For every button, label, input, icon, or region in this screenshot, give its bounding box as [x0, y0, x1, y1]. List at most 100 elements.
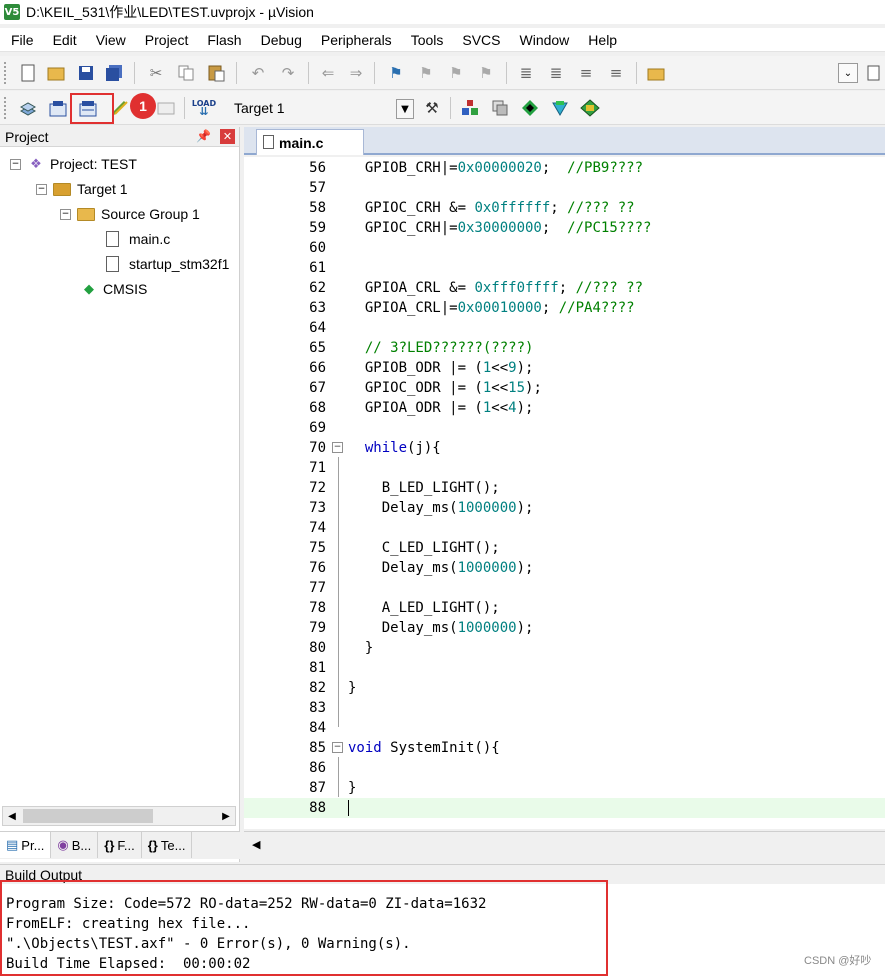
next-bookmark-icon[interactable]: ⚑	[446, 63, 466, 83]
collapse-icon[interactable]: −	[10, 158, 21, 170]
code-line[interactable]: 80 }	[244, 638, 885, 658]
code-line[interactable]: 77	[244, 578, 885, 598]
uncomment-icon[interactable]: ≡	[606, 63, 626, 83]
code-line[interactable]: 61	[244, 258, 885, 278]
run-time-environment-icon[interactable]	[580, 98, 600, 118]
menu-tools[interactable]: Tools	[400, 32, 452, 48]
undo-icon[interactable]: ↶	[248, 63, 268, 83]
target-dropdown-chevron-icon[interactable]: ▼	[396, 99, 414, 119]
code-line[interactable]: 65 // 3?LED??????(????)	[244, 338, 885, 358]
copy-icon[interactable]	[176, 63, 196, 83]
tab-books[interactable]: ◉ B...	[51, 832, 99, 858]
collapse-icon[interactable]: −	[36, 183, 47, 195]
cut-icon[interactable]: ✂	[146, 63, 166, 83]
code-line[interactable]: 86	[244, 758, 885, 778]
menu-file[interactable]: File	[0, 32, 42, 48]
menu-debug[interactable]: Debug	[250, 32, 310, 48]
menu-flash[interactable]: Flash	[196, 32, 249, 48]
menu-peripherals[interactable]: Peripherals	[310, 32, 400, 48]
file-extensions-icon[interactable]	[490, 98, 510, 118]
fold-toggle-icon[interactable]: −	[332, 742, 343, 753]
configure-toolbar-icon[interactable]	[864, 63, 884, 83]
code-line[interactable]: 56 GPIOB_CRH|=0x00000020; //PB9????	[244, 158, 885, 178]
code-line[interactable]: 57	[244, 178, 885, 198]
toolbar-grip[interactable]	[4, 97, 7, 119]
pin-icon[interactable]: 📌	[196, 129, 211, 143]
target-select-value[interactable]: Target 1	[234, 100, 285, 116]
code-line[interactable]: 85− void SystemInit(){	[244, 738, 885, 758]
code-line[interactable]: 87}	[244, 778, 885, 798]
close-icon[interactable]: ✕	[220, 129, 235, 144]
code-line[interactable]: 59 GPIOC_CRH|=0x30000000; //PC15????	[244, 218, 885, 238]
code-line[interactable]: 83	[244, 698, 885, 718]
code-line[interactable]: 60	[244, 238, 885, 258]
pack-installer-icon[interactable]	[550, 98, 570, 118]
bookmark-icon[interactable]: ⚑	[386, 63, 406, 83]
tree-node-source-group[interactable]: − Source Group 1	[60, 204, 200, 224]
paste-icon[interactable]	[206, 63, 226, 83]
tree-node-file[interactable]: main.c	[106, 229, 170, 249]
code-line[interactable]: 64	[244, 318, 885, 338]
scroll-thumb[interactable]	[23, 809, 153, 823]
redo-icon[interactable]: ↷	[278, 63, 298, 83]
editor-horizontal-scrollbar[interactable]: ◀	[244, 831, 885, 859]
build-icon[interactable]	[48, 98, 68, 118]
select-packs-icon[interactable]	[520, 98, 540, 118]
open-folder-icon[interactable]	[46, 63, 66, 83]
menu-view[interactable]: View	[85, 32, 134, 48]
unindent-icon[interactable]: ≣	[546, 63, 566, 83]
code-line[interactable]: 84	[244, 718, 885, 738]
fold-toggle-icon[interactable]: −	[332, 442, 343, 453]
navigate-forward-icon[interactable]: ⇒	[346, 63, 366, 83]
indent-icon[interactable]: ≣	[516, 63, 536, 83]
scroll-left-icon[interactable]: ◀	[4, 808, 20, 824]
code-line[interactable]: 66 GPIOB_ODR |= (1<<9);	[244, 358, 885, 378]
scroll-right-icon[interactable]: ▶	[218, 808, 234, 824]
project-horizontal-scrollbar[interactable]: ◀ ▶	[2, 806, 236, 826]
code-line[interactable]: 78 A_LED_LIGHT();	[244, 598, 885, 618]
collapse-icon[interactable]: −	[60, 208, 71, 220]
menu-help[interactable]: Help	[577, 32, 625, 48]
code-line[interactable]: 81	[244, 658, 885, 678]
code-line[interactable]: 74	[244, 518, 885, 538]
prev-bookmark-icon[interactable]: ⚑	[416, 63, 436, 83]
code-line[interactable]: 58 GPIOC_CRH &= 0x0ffffff; //??? ??	[244, 198, 885, 218]
tree-node-project[interactable]: − ❖ Project: TEST	[10, 154, 137, 174]
tab-functions[interactable]: {} F...	[98, 832, 142, 858]
code-line[interactable]: 70− while(j){	[244, 438, 885, 458]
code-line[interactable]: 88	[244, 798, 885, 818]
code-line[interactable]: 68 GPIOA_ODR |= (1<<4);	[244, 398, 885, 418]
code-line[interactable]: 75 C_LED_LIGHT();	[244, 538, 885, 558]
navigate-back-icon[interactable]: ⇐	[318, 63, 338, 83]
menu-project[interactable]: Project	[134, 32, 197, 48]
code-line[interactable]: 63 GPIOA_CRL|=0x00010000; //PA4????	[244, 298, 885, 318]
code-line[interactable]: 71	[244, 458, 885, 478]
scroll-left-icon[interactable]: ◀	[252, 838, 260, 851]
tree-node-target[interactable]: − Target 1	[36, 179, 128, 199]
clear-bookmarks-icon[interactable]: ⚑	[476, 63, 496, 83]
menu-edit[interactable]: Edit	[42, 32, 85, 48]
menu-window[interactable]: Window	[509, 32, 578, 48]
code-line[interactable]: 69	[244, 418, 885, 438]
chevron-down-icon[interactable]: ⌄	[838, 63, 858, 83]
download-load-icon[interactable]: LOAD ⇊	[192, 98, 216, 118]
tab-project[interactable]: ▤ Pr...	[0, 832, 52, 858]
target-options-wand-icon[interactable]: ⚒	[422, 98, 442, 118]
tree-node-cmsis[interactable]: ◆ CMSIS	[80, 279, 147, 299]
code-line[interactable]: 73 Delay_ms(1000000);	[244, 498, 885, 518]
toolbar-grip[interactable]	[4, 62, 7, 84]
code-line[interactable]: 76 Delay_ms(1000000);	[244, 558, 885, 578]
translate-icon[interactable]	[18, 98, 38, 118]
tree-node-file[interactable]: startup_stm32f1	[106, 254, 229, 274]
comment-icon[interactable]: ≡	[576, 63, 596, 83]
code-line[interactable]: 67 GPIOC_ODR |= (1<<15);	[244, 378, 885, 398]
save-icon[interactable]	[76, 63, 96, 83]
stop-build-icon[interactable]	[156, 98, 176, 118]
tab-templates[interactable]: {} Te...	[142, 832, 193, 858]
new-file-icon[interactable]	[18, 63, 38, 83]
code-line[interactable]: 72 B_LED_LIGHT();	[244, 478, 885, 498]
editor-tab-main-c[interactable]: main.c	[256, 129, 364, 155]
save-all-icon[interactable]	[104, 63, 124, 83]
manage-project-items-icon[interactable]	[460, 98, 480, 118]
code-line[interactable]: 62 GPIOA_CRL &= 0xfff0ffff; //??? ??	[244, 278, 885, 298]
